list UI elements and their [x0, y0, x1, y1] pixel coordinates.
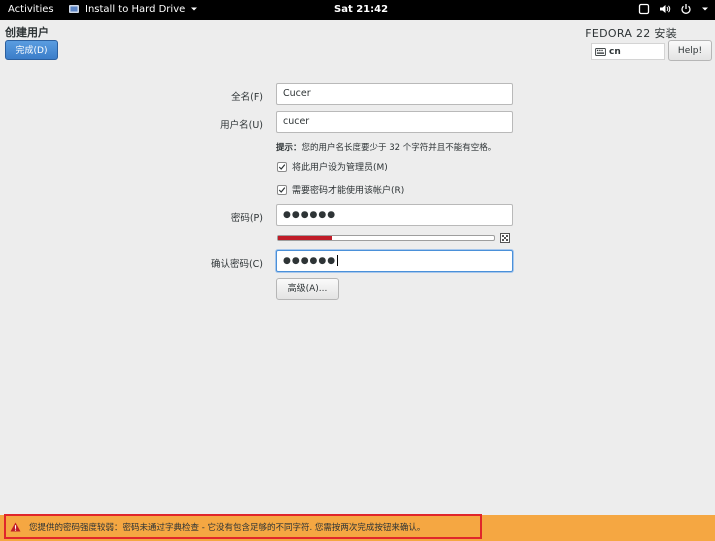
volume-icon	[660, 5, 671, 13]
password-strength-bar	[277, 235, 495, 241]
power-icon	[681, 4, 691, 14]
password-strength-icon	[500, 233, 510, 243]
admin-checkbox-row[interactable]: 将此用户设为管理员(M)	[277, 160, 388, 173]
require-password-checkbox-label: 需要密码才能使用该帐户(R)	[292, 186, 405, 196]
fullname-label: 全名(F)	[231, 92, 263, 103]
done-button[interactable]: 完成(D)	[5, 40, 58, 60]
advanced-button[interactable]: 高级(A)...	[276, 278, 339, 300]
confirm-password-label: 确认密码(C)	[210, 259, 263, 270]
confirm-password-mask: ●●●●●●	[283, 256, 337, 266]
checkmark-icon	[278, 186, 286, 193]
app-title: Install to Hard Drive	[85, 3, 186, 15]
admin-checkbox[interactable]	[277, 161, 287, 172]
keyboard-layout-label: cn	[609, 46, 621, 57]
require-password-checkbox-row[interactable]: 需要密码才能使用该帐户(R)	[277, 183, 404, 196]
keyboard-icon	[595, 47, 606, 56]
app-menu[interactable]: Install to Hard Drive	[68, 3, 198, 15]
keyboard-layout-indicator[interactable]: cn	[591, 43, 665, 60]
installer-icon	[69, 5, 79, 13]
admin-checkbox-label: 将此用户设为管理员(M)	[292, 163, 388, 173]
warning-icon	[10, 521, 21, 532]
clock[interactable]: Sat 21:42	[334, 4, 388, 15]
activities-button[interactable]: Activities	[8, 4, 54, 15]
username-label: 用户名(U)	[220, 120, 263, 131]
window-icon	[638, 3, 650, 15]
help-button[interactable]: Help!	[668, 40, 712, 61]
top-bar: Activities Install to Hard Drive Sat 21:…	[0, 0, 715, 20]
username-input[interactable]: cucer	[276, 111, 513, 133]
password-mask: ●●●●●●	[283, 210, 337, 220]
system-menu[interactable]	[638, 3, 709, 15]
require-password-checkbox[interactable]	[277, 184, 287, 195]
username-hint: 提示：您的用户名长度要少于 32 个字符并且不能有空格。	[276, 141, 496, 153]
chevron-down-icon	[191, 7, 198, 11]
fullname-input[interactable]: Cucer	[276, 83, 513, 105]
text-caret	[337, 255, 339, 266]
product-title: FEDORA 22 安装	[585, 27, 677, 40]
page-title: 创建用户	[5, 26, 49, 39]
checkmark-icon	[278, 163, 286, 170]
hint-text: 您的用户名长度要少于 32 个字符并且不能有空格。	[301, 143, 497, 153]
password-input[interactable]: ●●●●●●	[276, 204, 513, 226]
warning-message[interactable]: 您提供的密码强度较弱：密码未通过字典检查 - 它没有包含足够的不同字符. 您需按…	[4, 514, 482, 539]
password-label: 密码(P)	[230, 213, 263, 224]
chevron-down-icon	[702, 7, 708, 11]
password-strength-fill	[278, 236, 332, 240]
confirm-password-input[interactable]: ●●●●●●	[276, 250, 513, 272]
warning-text: 您提供的密码强度较弱：密码未通过字典检查 - 它没有包含足够的不同字符. 您需按…	[29, 522, 426, 533]
hint-prefix: 提示：	[276, 143, 302, 153]
